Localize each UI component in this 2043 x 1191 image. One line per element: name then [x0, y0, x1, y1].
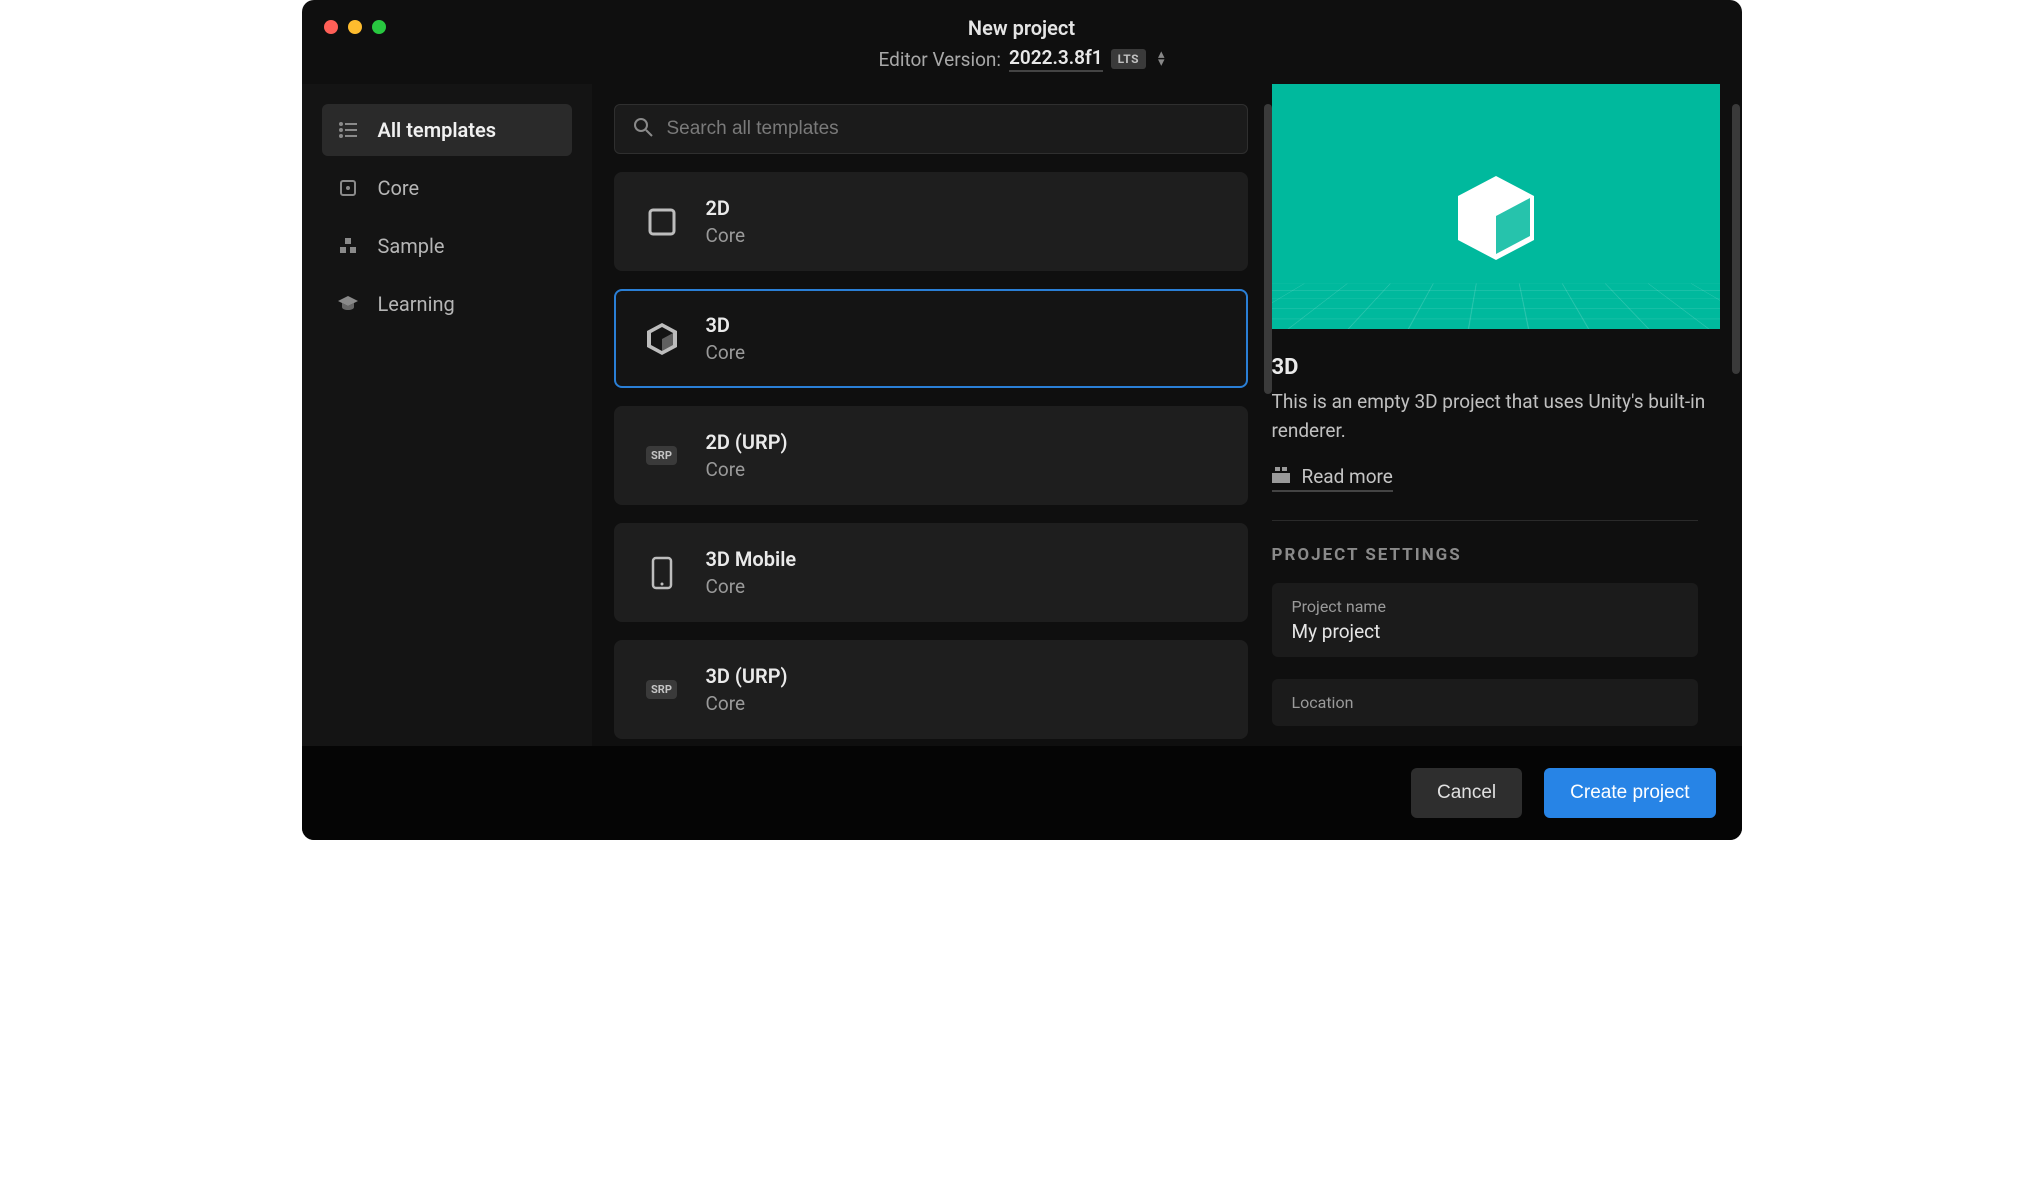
template-panel: 2D Core 3D Core SRP	[592, 84, 1272, 746]
square-icon	[644, 204, 680, 240]
sidebar-item-all-templates[interactable]: All templates	[322, 104, 572, 156]
template-subtitle: Core	[706, 341, 746, 364]
sidebar-item-label: Learning	[378, 292, 455, 316]
project-name-label: Project name	[1292, 597, 1678, 616]
maximize-window-button[interactable]	[372, 20, 386, 34]
grid-floor	[1272, 284, 1720, 329]
template-name: 3D Mobile	[706, 547, 797, 571]
location-label: Location	[1292, 693, 1678, 712]
scrollbar[interactable]	[1732, 104, 1740, 374]
create-project-button[interactable]: Create project	[1544, 768, 1715, 818]
sidebar-item-label: Core	[378, 176, 420, 200]
new-project-window: New project Editor Version: 2022.3.8f1 L…	[302, 0, 1742, 840]
read-more-link[interactable]: Read more	[1272, 465, 1393, 492]
template-item-3d-urp[interactable]: SRP 3D (URP) Core	[614, 640, 1248, 739]
search-box[interactable]	[614, 104, 1248, 154]
template-subtitle: Core	[706, 575, 797, 598]
sidebar-item-label: All templates	[378, 118, 497, 142]
detail-panel: 3D This is an empty 3D project that uses…	[1272, 84, 1742, 746]
sidebar: All templates Core Sample Learning	[302, 84, 592, 746]
cube-icon	[1458, 176, 1534, 264]
package-icon	[1272, 465, 1290, 488]
window-title: New project	[968, 16, 1075, 40]
divider	[1272, 520, 1698, 521]
sidebar-item-core[interactable]: Core	[322, 162, 572, 214]
sidebar-item-label: Sample	[378, 234, 445, 258]
template-list: 2D Core 3D Core SRP	[614, 172, 1262, 739]
template-name: 3D (URP)	[706, 664, 788, 688]
template-name: 3D	[706, 313, 746, 337]
graduation-cap-icon	[338, 296, 358, 312]
template-name: 2D	[706, 196, 746, 220]
template-subtitle: Core	[706, 692, 788, 715]
sidebar-item-sample[interactable]: Sample	[322, 220, 572, 272]
template-name: 2D (URP)	[706, 430, 788, 454]
cube-icon	[644, 321, 680, 357]
titlebar: New project Editor Version: 2022.3.8f1 L…	[302, 0, 1742, 84]
window-controls	[324, 20, 386, 34]
template-item-2d-urp[interactable]: SRP 2D (URP) Core	[614, 406, 1248, 505]
template-item-3d[interactable]: 3D Core	[614, 289, 1248, 388]
template-item-2d[interactable]: 2D Core	[614, 172, 1248, 271]
detail-title: 3D	[1272, 355, 1720, 380]
template-item-3d-mobile[interactable]: 3D Mobile Core	[614, 523, 1248, 622]
square-dot-icon	[338, 179, 358, 197]
template-subtitle: Core	[706, 458, 788, 481]
project-name-field[interactable]: Project name My project	[1272, 583, 1698, 657]
sidebar-item-learning[interactable]: Learning	[322, 278, 572, 330]
scrollbar[interactable]	[1264, 104, 1272, 394]
project-settings-header: PROJECT SETTINGS	[1272, 545, 1720, 565]
editor-version-label: Editor Version:	[878, 48, 1001, 71]
blocks-icon	[338, 237, 358, 255]
template-preview	[1272, 84, 1720, 329]
srp-badge-icon: SRP	[644, 672, 680, 708]
location-field[interactable]: Location	[1272, 679, 1698, 726]
footer: Cancel Create project	[302, 746, 1742, 840]
lts-badge: LTS	[1111, 49, 1146, 69]
minimize-window-button[interactable]	[348, 20, 362, 34]
close-window-button[interactable]	[324, 20, 338, 34]
detail-description: This is an empty 3D project that uses Un…	[1272, 388, 1720, 445]
search-input[interactable]	[667, 118, 1229, 140]
project-name-value: My project	[1292, 620, 1678, 643]
editor-version-value[interactable]: 2022.3.8f1	[1009, 46, 1103, 72]
body: All templates Core Sample Learning	[302, 84, 1742, 746]
cancel-button[interactable]: Cancel	[1411, 768, 1522, 818]
srp-badge-icon: SRP	[644, 438, 680, 474]
template-subtitle: Core	[706, 224, 746, 247]
phone-icon	[644, 555, 680, 591]
list-icon	[338, 122, 358, 138]
version-stepper-icon[interactable]: ▴▾	[1158, 51, 1165, 67]
search-icon	[633, 117, 653, 141]
read-more-label: Read more	[1302, 465, 1393, 488]
editor-version-row: Editor Version: 2022.3.8f1 LTS ▴▾	[878, 46, 1164, 72]
